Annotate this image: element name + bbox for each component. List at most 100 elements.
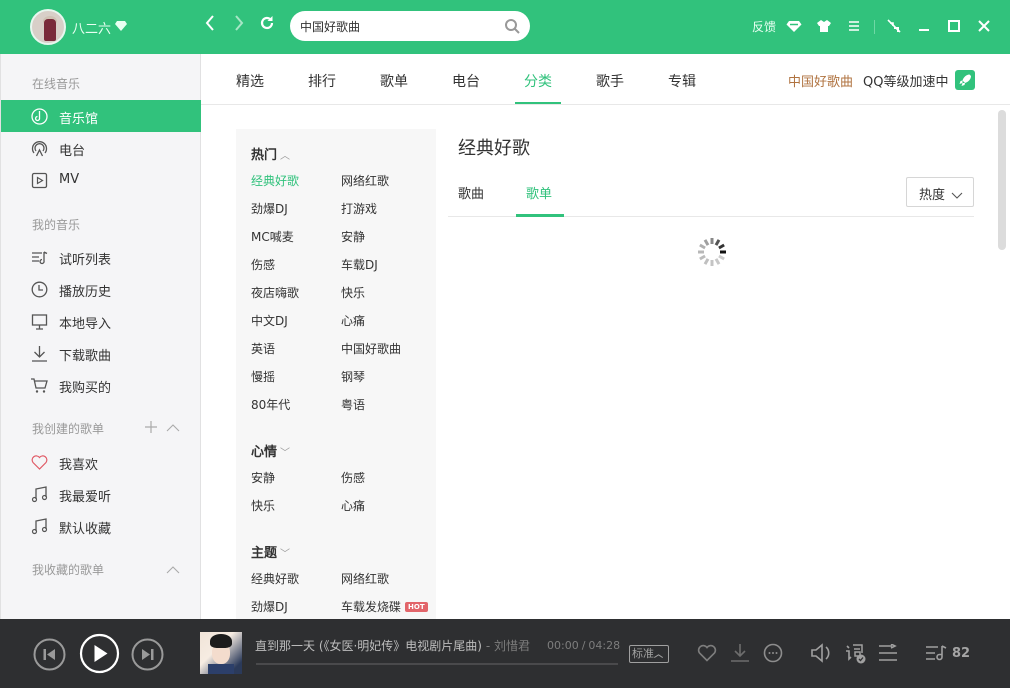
chevron-right-icon[interactable] [228,15,250,37]
mv-play-icon [31,172,48,189]
playlist-icon[interactable] [925,644,947,666]
category-item[interactable]: 粤语 [341,396,365,413]
lyrics-icon[interactable] [845,643,867,669]
album-cover[interactable] [200,632,242,674]
category-item[interactable]: 安静 [251,469,275,486]
username[interactable]: 八二六 [72,18,111,37]
category-group-hot[interactable]: 热门 ︿ [251,144,290,163]
category-item[interactable]: 车载发烧碟 HOT [341,598,428,615]
sidebar-item-downloads[interactable]: 下载歌曲 [1,337,201,369]
sidebar-item-local-import[interactable]: 本地导入 [1,305,201,337]
hot-badge: HOT [405,602,428,612]
plus-icon[interactable] [144,420,158,438]
category-item[interactable]: 中文DJ [251,312,288,329]
search-input[interactable] [300,11,500,41]
cart-icon [31,377,48,394]
category-item[interactable]: 打游戏 [341,200,377,217]
search-icon[interactable] [504,18,520,38]
category-group-theme[interactable]: 主题 ﹀ [251,542,290,561]
sidebar-item-history[interactable]: 播放历史 [1,273,201,305]
prev-icon[interactable] [33,638,66,675]
sidebar-item-music-hall[interactable]: 音乐馆 [1,100,201,132]
download-icon [31,345,48,362]
category-item[interactable]: MC喊麦 [251,228,294,245]
sidebar-item-default-collection[interactable]: 默认收藏 [1,510,201,542]
sidebar-item-purchased[interactable]: 我购买的 [1,369,201,401]
category-item[interactable]: 中国好歌曲 [341,340,401,357]
sidebar-item-favorites[interactable]: 我喜欢 [1,446,201,478]
category-item[interactable]: 英语 [251,340,275,357]
radio-icon [31,140,48,157]
category-item[interactable]: 劲爆DJ [251,598,288,615]
scrollbar[interactable] [998,110,1006,250]
sidebar-item-mv[interactable]: MV [1,164,201,196]
mini-mode-icon[interactable] [886,18,904,36]
more-icon[interactable] [763,643,783,667]
monitor-icon [31,313,48,330]
heart-icon [31,454,48,471]
subtab-playlists[interactable]: 歌单 [526,183,552,202]
category-item[interactable]: 心痛 [341,497,365,514]
category-item[interactable]: 80年代 [251,396,290,413]
category-group-mood[interactable]: 心情 ﹀ [251,441,290,460]
artist-name: 刘惜君 [493,639,530,653]
download-icon[interactable] [730,643,750,667]
category-item[interactable]: 网络红歌 [341,172,389,189]
tab-featured[interactable]: 精选 [236,71,264,91]
sort-dropdown[interactable]: 热度 [906,177,974,207]
category-item[interactable]: 夜店嗨歌 [251,284,299,301]
category-item[interactable]: 伤感 [341,469,365,486]
chevron-left-icon[interactable] [199,15,221,37]
rocket-icon[interactable] [955,70,975,90]
sidebar-item-radio[interactable]: 电台 [1,132,201,164]
next-icon[interactable] [131,638,164,675]
tab-singers[interactable]: 歌手 [596,71,624,91]
menu-icon[interactable] [846,18,864,36]
category-item[interactable]: 快乐 [251,497,275,514]
category-item[interactable]: 钢琴 [341,368,365,385]
maximize-icon[interactable] [946,18,964,36]
category-item[interactable]: 劲爆DJ [251,200,288,217]
playlist-count[interactable]: 82 [952,646,970,661]
tab-categories[interactable]: 分类 [524,71,552,91]
promo-link[interactable]: 中国好歌曲 [788,71,853,90]
subtab-songs[interactable]: 歌曲 [458,183,484,202]
category-item[interactable]: 车载DJ [341,256,378,273]
category-item[interactable]: 慢摇 [251,368,275,385]
tab-albums[interactable]: 专辑 [668,71,696,91]
category-item[interactable]: 心痛 [341,312,365,329]
chevron-up-icon[interactable] [166,422,180,437]
diamond-icon[interactable] [786,18,804,36]
page-title: 经典好歌 [458,138,530,159]
tab-playlists[interactable]: 歌单 [380,71,408,91]
close-icon[interactable] [976,18,994,36]
feedback-link[interactable]: 反馈 [752,18,776,35]
tab-radio[interactable]: 电台 [452,71,480,91]
quality-selector[interactable]: 标准︿ [629,645,669,663]
heart-icon[interactable] [697,644,717,666]
section-header-created-playlists: 我创建的歌单 [1,420,201,436]
chevron-up-icon[interactable] [166,564,180,579]
chevron-up-icon: ︿ [280,151,291,162]
tab-charts[interactable]: 排行 [308,71,336,91]
qq-speed-label[interactable]: QQ等级加速中 [863,71,948,90]
volume-icon[interactable] [810,643,832,667]
refresh-icon[interactable] [256,15,278,37]
avatar[interactable] [30,9,66,45]
category-item[interactable]: 安静 [341,228,365,245]
sidebar-item-trial-list[interactable]: 试听列表 [1,241,201,273]
category-item[interactable]: 伤感 [251,256,275,273]
category-item[interactable]: 经典好歌 [251,172,299,189]
play-mode-icon[interactable] [878,643,898,666]
minimize-icon[interactable] [916,18,934,36]
category-item[interactable]: 网络红歌 [341,570,389,587]
diamond-icon[interactable] [115,21,127,31]
category-item[interactable]: 快乐 [341,284,365,301]
play-icon[interactable] [79,633,120,678]
song-title[interactable]: 直到那一天 (《女医·明妃传》电视剧片尾曲) - 刘惜君 [255,637,531,654]
category-item[interactable]: 经典好歌 [251,570,299,587]
progress-bar[interactable] [256,663,618,665]
music-note-icon [31,486,48,503]
tshirt-skin-icon[interactable] [816,18,834,36]
sidebar-item-most-loved[interactable]: 我最爱听 [1,478,201,510]
